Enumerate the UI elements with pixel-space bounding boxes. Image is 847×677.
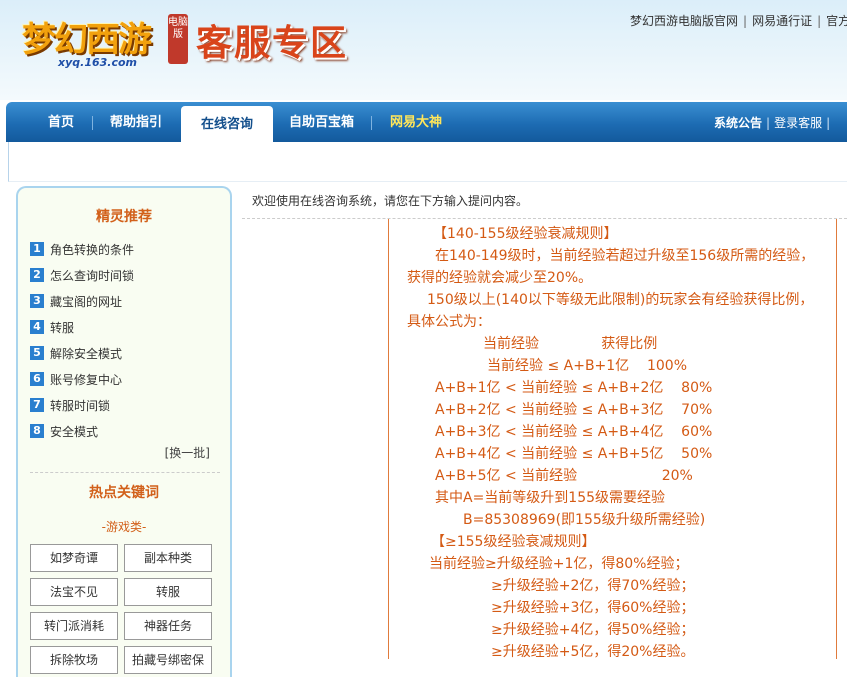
article-line: 【140-155级经验衰减规则】	[433, 226, 618, 242]
keyword-button[interactable]: 拍藏号绑密保	[124, 646, 212, 674]
item-number: 7	[30, 398, 44, 412]
item-number: 6	[30, 372, 44, 386]
hot-keywords-title: 热点关键词	[89, 485, 159, 501]
main-nav: 首页 帮助指引 在线咨询 自助百宝箱 网易大神 系统公告 | 登录客服 |	[6, 102, 847, 142]
item-number: 5	[30, 346, 44, 360]
recommend-item[interactable]: 7 转服时间锁	[30, 392, 230, 418]
recommend-item-label: 转服时间锁	[50, 398, 111, 413]
article-line: B=85308969(即155级升级所需经验)	[463, 512, 706, 528]
nav-right-links: 系统公告 | 登录客服 |	[714, 102, 834, 142]
recommend-item-label: 账号修复中心	[50, 372, 123, 387]
recommend-title: 精灵推荐	[96, 209, 152, 225]
article-line: 其中A=当前等级升到155级需要经验	[435, 490, 666, 506]
article-line: A+B+1亿 < 当前经验 ≤ A+B+2亿 80%	[435, 380, 713, 396]
nav-online-consult[interactable]: 在线咨询	[181, 106, 274, 142]
recommend-item-label: 解除安全模式	[50, 346, 123, 361]
recommend-item-label: 藏宝阁的网址	[50, 294, 123, 309]
link-separator: |	[766, 116, 771, 130]
keyword-button[interactable]: 神器任务	[124, 612, 212, 640]
logo-badge: 电脑版	[168, 14, 188, 64]
recommend-item[interactable]: 6 账号修复中心	[30, 366, 230, 392]
keyword-button[interactable]: 转门派消耗	[30, 612, 118, 640]
site-logo[interactable]: 梦幻西游 电脑版 xyq.163.com	[14, 8, 189, 74]
article-line: 当前经验 获得比例	[483, 336, 658, 352]
site-header: 梦幻西游 电脑版 xyq.163.com 客服专区 梦幻西游电脑版官网 | 网易通行…	[0, 0, 847, 100]
recommend-item[interactable]: 1 角色转换的条件	[30, 236, 230, 262]
article-line: A+B+4亿 < 当前经验 ≤ A+B+5亿 50%	[435, 446, 713, 462]
link-separator: |	[826, 116, 831, 130]
link-separator: |	[817, 14, 822, 28]
answer-article: 【140-155级经验衰减规则】 在140-149级时，当前经验若超过升级至15…	[388, 219, 837, 660]
item-number: 4	[30, 320, 44, 334]
article-line: 当前经验 ≤ A+B+1亿 100%	[487, 358, 688, 374]
keyword-button[interactable]: 如梦奇谭	[30, 544, 118, 572]
logo-text: 梦幻西游	[22, 20, 152, 60]
recommend-item-label: 安全模式	[50, 424, 99, 439]
recommend-item[interactable]: 5 解除安全模式	[30, 340, 230, 366]
recommend-item[interactable]: 8 安全模式	[30, 418, 230, 444]
top-links: 梦幻西游电脑版官网 | 网易通行证 | 官方	[630, 12, 847, 29]
keyword-button[interactable]: 转服	[124, 578, 212, 606]
recommend-item[interactable]: 3 藏宝阁的网址	[30, 288, 230, 314]
page-title: 客服专区	[196, 23, 349, 64]
keyword-button[interactable]: 法宝不见	[30, 578, 118, 606]
welcome-message: 欢迎使用在线咨询系统，请您在下方输入提问内容。	[252, 194, 529, 208]
article-line: 具体公式为：	[407, 314, 491, 330]
recommend-item-label: 角色转换的条件	[50, 242, 135, 257]
sidebar-divider	[30, 472, 220, 473]
article-line: ≥升级经验+2亿，得70%经验；	[491, 578, 695, 594]
article-line: A+B+5亿 < 当前经验 20%	[435, 468, 693, 484]
recommend-item[interactable]: 4 转服	[30, 314, 230, 340]
refresh-batch-link[interactable]: [换一批]	[165, 444, 210, 461]
game-category-label: -游戏类-	[101, 520, 147, 534]
item-number: 2	[30, 268, 44, 282]
netease-passport-link[interactable]: 网易通行证	[752, 14, 812, 28]
chat-area: 【140-155级经验衰减规则】 在140-149级时，当前经验若超过升级至15…	[242, 218, 847, 677]
nav-netease-dashen[interactable]: 网易大神	[390, 102, 442, 142]
recommend-list: 1 角色转换的条件 2 怎么查询时间锁 3 藏宝阁的网址 4 转服 5 解除安全模式 6账…	[30, 236, 230, 444]
recommend-item-label: 怎么查询时间锁	[50, 268, 135, 283]
keyword-button[interactable]: 拆除牧场	[30, 646, 118, 674]
sub-bar	[8, 142, 847, 182]
keyword-button[interactable]: 副本种类	[124, 544, 212, 572]
article-line: A+B+3亿 < 当前经验 ≤ A+B+4亿 60%	[435, 424, 713, 440]
item-number: 3	[30, 294, 44, 308]
system-notice-link[interactable]: 系统公告	[714, 116, 762, 130]
login-service-link[interactable]: 登录客服	[774, 116, 822, 130]
nav-home[interactable]: 首页	[48, 102, 74, 142]
nav-divider	[92, 116, 93, 130]
item-number: 8	[30, 424, 44, 438]
article-line: ≥升级经验+4亿，得50%经验；	[491, 622, 695, 638]
article-line: 当前经验≥升级经验+1亿，得80%经验；	[429, 556, 689, 572]
article-line: 150级以上(140以下等级无此限制)的玩家会有经验获得比例，	[427, 292, 814, 308]
article-line: 在140-149级时，当前经验若超过升级至156级所需的经验，	[435, 248, 815, 264]
article-line: A+B+2亿 < 当前经验 ≤ A+B+3亿 70%	[435, 402, 713, 418]
logo-url: xyq.163.com	[58, 56, 137, 69]
item-number: 1	[30, 242, 44, 256]
recommend-item-label: 转服	[50, 320, 75, 335]
nav-self-service[interactable]: 自助百宝箱	[289, 102, 354, 142]
sidebar: 精灵推荐 1 角色转换的条件 2 怎么查询时间锁 3 藏宝阁的网址 4 转服 5 解除安全…	[16, 186, 232, 677]
article-line: 【≥155级经验衰减规则】	[431, 534, 596, 550]
article-line: 获得的经验就会减少至20%。	[407, 270, 593, 286]
official-link[interactable]: 官方	[826, 14, 847, 28]
nav-divider	[371, 116, 372, 130]
official-site-link[interactable]: 梦幻西游电脑版官网	[630, 14, 738, 28]
article-line: ≥升级经验+5亿，得20%经验。	[491, 644, 695, 660]
recommend-item[interactable]: 2 怎么查询时间锁	[30, 262, 230, 288]
link-separator: |	[743, 14, 748, 28]
nav-help[interactable]: 帮助指引	[110, 102, 162, 142]
article-line: ≥升级经验+3亿，得60%经验；	[491, 600, 695, 616]
